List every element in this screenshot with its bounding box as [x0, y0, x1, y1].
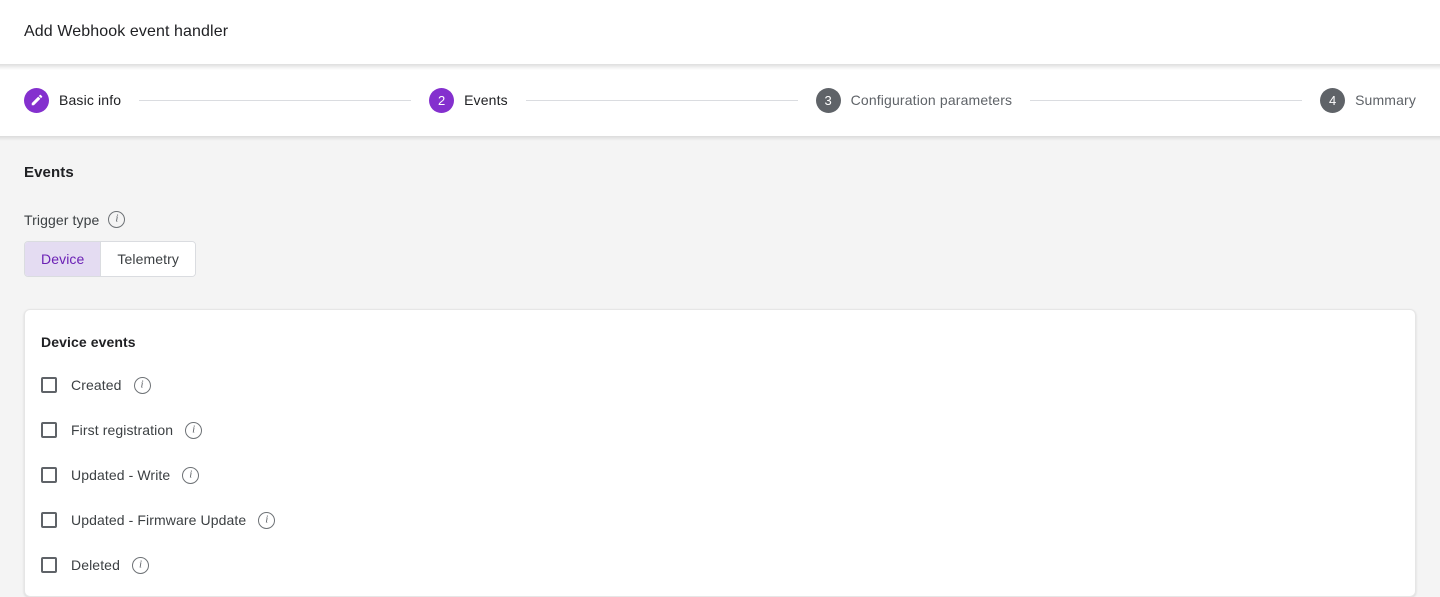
edit-pencil-icon: [24, 87, 49, 113]
page-title: Add Webhook event handler: [24, 23, 229, 40]
section-title-events: Events: [24, 164, 74, 181]
step-connector-3: [1030, 99, 1303, 101]
main-content: Events Trigger type i Device Telemetry D…: [0, 136, 1440, 597]
device-events-card: Device events Created i First registrati…: [24, 309, 1416, 597]
checkbox-deleted[interactable]: [41, 557, 57, 573]
trigger-type-toggle-group: Device Telemetry: [24, 241, 196, 277]
event-row-updated-write[interactable]: Updated - Write i: [25, 464, 1415, 486]
trigger-type-option-device[interactable]: Device: [25, 242, 101, 276]
event-label-updated-write: Updated - Write: [71, 467, 171, 483]
step-summary-label: Summary: [1355, 92, 1417, 108]
step-configuration-parameters-label: Configuration parameters: [850, 92, 1013, 108]
step-connector-2: [525, 99, 798, 101]
trigger-type-label: Trigger type: [24, 211, 100, 228]
step-configuration-parameters[interactable]: 3 Configuration parameters: [815, 87, 1013, 113]
event-label-first-registration: First registration: [71, 422, 174, 438]
wizard-stepper: Basic info 2 Events 3 Configuration para…: [0, 64, 1440, 141]
event-label-created: Created: [71, 377, 122, 393]
info-icon[interactable]: i: [185, 421, 203, 439]
event-row-first-registration[interactable]: First registration i: [25, 419, 1415, 441]
event-label-updated-firmware-update: Updated - Firmware Update: [71, 512, 247, 528]
step-events[interactable]: 2 Events: [429, 87, 508, 113]
trigger-type-label-row: Trigger type i: [24, 211, 1416, 228]
checkbox-updated-firmware-update[interactable]: [41, 512, 57, 528]
page-root: Add Webhook event handler Basic info 2 E…: [0, 0, 1440, 597]
trigger-type-option-telemetry[interactable]: Telemetry: [100, 242, 195, 276]
step-events-label: Events: [464, 92, 508, 108]
event-row-updated-firmware-update[interactable]: Updated - Firmware Update i: [25, 509, 1415, 531]
step-basic-info[interactable]: Basic info: [24, 87, 122, 113]
info-icon[interactable]: i: [182, 466, 200, 484]
checkbox-updated-write[interactable]: [41, 467, 57, 483]
step-events-badge: 2: [429, 87, 455, 113]
event-row-created[interactable]: Created i: [25, 374, 1415, 396]
checkbox-created[interactable]: [41, 377, 57, 393]
device-events-card-title: Device events: [41, 334, 136, 350]
info-icon[interactable]: i: [258, 511, 276, 529]
step-summary[interactable]: 4 Summary: [1320, 87, 1417, 113]
step-basic-info-label: Basic info: [59, 92, 122, 108]
step-configuration-parameters-badge: 3: [815, 87, 841, 113]
info-icon[interactable]: i: [133, 376, 151, 394]
dialog-titlebar: Add Webhook event handler: [0, 0, 1440, 70]
step-summary-badge: 4: [1320, 87, 1346, 113]
step-connector-1: [139, 99, 412, 101]
info-icon[interactable]: i: [131, 556, 149, 574]
event-label-deleted: Deleted: [71, 557, 120, 573]
checkbox-first-registration[interactable]: [41, 422, 57, 438]
info-icon[interactable]: i: [108, 211, 126, 228]
event-row-deleted[interactable]: Deleted i: [25, 554, 1415, 576]
